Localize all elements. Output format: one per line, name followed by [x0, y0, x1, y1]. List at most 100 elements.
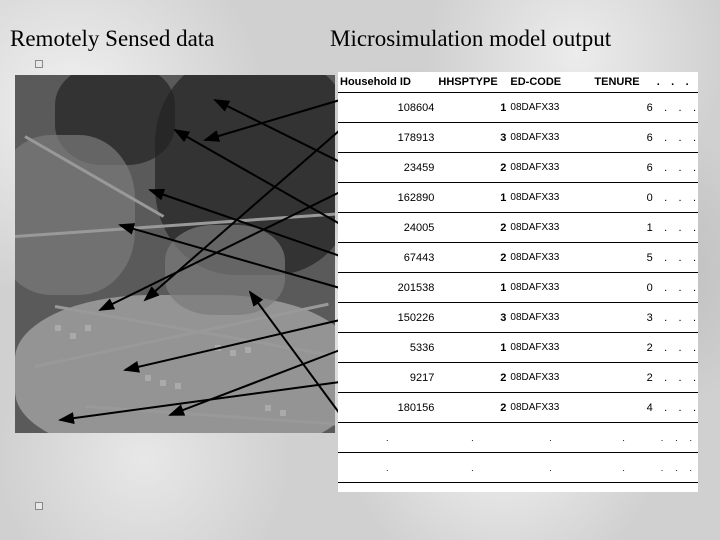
- cell-code: 08DAFX33: [508, 93, 592, 123]
- cell-type: 2: [436, 243, 508, 273]
- cell-id: 67443: [338, 243, 436, 273]
- cell-id: 201538: [338, 273, 436, 303]
- cell-ellipsis: .: [669, 303, 683, 333]
- cell-tenure: 6: [592, 153, 654, 183]
- cell-code: 08DAFX33: [508, 303, 592, 333]
- table-header-row: Household ID HHSPTYPE ED-CODE TENURE . .…: [338, 72, 698, 93]
- table-row: 108604108DAFX336...: [338, 93, 698, 123]
- table-ellipsis-row: .......: [338, 423, 698, 453]
- cell-ellipsis: .: [684, 93, 698, 123]
- col-ellipsis: .: [655, 72, 669, 93]
- aerial-image: [15, 75, 335, 433]
- table-row: 9217208DAFX332...: [338, 363, 698, 393]
- cell-type: 1: [436, 333, 508, 363]
- col-hhsptype: HHSPTYPE: [436, 72, 508, 93]
- table-row: 23459208DAFX336...: [338, 153, 698, 183]
- cell-ellipsis: .: [669, 243, 683, 273]
- cell-code: 08DAFX33: [508, 363, 592, 393]
- cell-ellipsis: .: [655, 123, 669, 153]
- cell-id: 162890: [338, 183, 436, 213]
- output-table: Household ID HHSPTYPE ED-CODE TENURE . .…: [338, 72, 698, 492]
- cell-ellipsis: .: [655, 393, 669, 423]
- cell-code: 08DAFX33: [508, 213, 592, 243]
- table-row: 201538108DAFX330...: [338, 273, 698, 303]
- cell-code: 08DAFX33: [508, 123, 592, 153]
- cell-ellipsis: .: [669, 363, 683, 393]
- cell-ellipsis: .: [669, 213, 683, 243]
- cell-type: 2: [436, 213, 508, 243]
- cell-tenure: 6: [592, 93, 654, 123]
- cell-ellipsis: .: [669, 93, 683, 123]
- cell-type: 3: [436, 123, 508, 153]
- cell-id: 23459: [338, 153, 436, 183]
- cell-ellipsis: .: [655, 93, 669, 123]
- right-title: Microsimulation model output: [330, 26, 611, 52]
- col-household-id: Household ID: [338, 72, 436, 93]
- cell-tenure: 0: [592, 273, 654, 303]
- cell-code: 08DAFX33: [508, 183, 592, 213]
- cell-ellipsis: .: [684, 153, 698, 183]
- cell-code: 08DAFX33: [508, 153, 592, 183]
- cell-ellipsis: .: [684, 303, 698, 333]
- col-edcode: ED-CODE: [508, 72, 592, 93]
- decorative-bullet: [35, 502, 43, 510]
- table-row: 180156208DAFX334...: [338, 393, 698, 423]
- cell-ellipsis: .: [655, 153, 669, 183]
- col-ellipsis: .: [684, 72, 698, 93]
- cell-ellipsis: .: [655, 183, 669, 213]
- cell-ellipsis: .: [655, 363, 669, 393]
- cell-ellipsis: .: [684, 333, 698, 363]
- cell-tenure: 1: [592, 213, 654, 243]
- cell-ellipsis: .: [684, 243, 698, 273]
- cell-type: 1: [436, 183, 508, 213]
- cell-id: 9217: [338, 363, 436, 393]
- cell-id: 24005: [338, 213, 436, 243]
- table-row: 5336108DAFX332...: [338, 333, 698, 363]
- decorative-bullet: [35, 60, 43, 68]
- table-row: 24005208DAFX331...: [338, 213, 698, 243]
- cell-type: 3: [436, 303, 508, 333]
- table-row: 67443208DAFX335...: [338, 243, 698, 273]
- cell-ellipsis: .: [655, 303, 669, 333]
- cell-tenure: 6: [592, 123, 654, 153]
- cell-tenure: 4: [592, 393, 654, 423]
- cell-code: 08DAFX33: [508, 273, 592, 303]
- cell-ellipsis: .: [655, 213, 669, 243]
- col-tenure: TENURE: [592, 72, 654, 93]
- left-title: Remotely Sensed data: [10, 26, 214, 52]
- cell-type: 1: [436, 273, 508, 303]
- cell-id: 178913: [338, 123, 436, 153]
- cell-ellipsis: .: [655, 243, 669, 273]
- col-ellipsis: .: [669, 72, 683, 93]
- cell-code: 08DAFX33: [508, 243, 592, 273]
- cell-ellipsis: .: [684, 123, 698, 153]
- cell-ellipsis: .: [655, 273, 669, 303]
- cell-id: 108604: [338, 93, 436, 123]
- cell-type: 2: [436, 393, 508, 423]
- cell-ellipsis: .: [684, 393, 698, 423]
- cell-ellipsis: .: [684, 183, 698, 213]
- cell-code: 08DAFX33: [508, 333, 592, 363]
- table-ellipsis-row: .......: [338, 453, 698, 483]
- cell-id: 5336: [338, 333, 436, 363]
- cell-ellipsis: .: [669, 123, 683, 153]
- table-row: 178913308DAFX336...: [338, 123, 698, 153]
- cell-tenure: 0: [592, 183, 654, 213]
- cell-tenure: 2: [592, 333, 654, 363]
- cell-ellipsis: .: [669, 183, 683, 213]
- cell-tenure: 3: [592, 303, 654, 333]
- cell-type: 2: [436, 153, 508, 183]
- table-row: 162890108DAFX330...: [338, 183, 698, 213]
- cell-ellipsis: .: [669, 393, 683, 423]
- cell-ellipsis: .: [655, 333, 669, 363]
- cell-ellipsis: .: [669, 273, 683, 303]
- cell-type: 1: [436, 93, 508, 123]
- cell-id: 150226: [338, 303, 436, 333]
- cell-ellipsis: .: [684, 273, 698, 303]
- cell-id: 180156: [338, 393, 436, 423]
- cell-ellipsis: .: [684, 213, 698, 243]
- cell-tenure: 5: [592, 243, 654, 273]
- cell-ellipsis: .: [669, 333, 683, 363]
- cell-ellipsis: .: [684, 363, 698, 393]
- cell-ellipsis: .: [669, 153, 683, 183]
